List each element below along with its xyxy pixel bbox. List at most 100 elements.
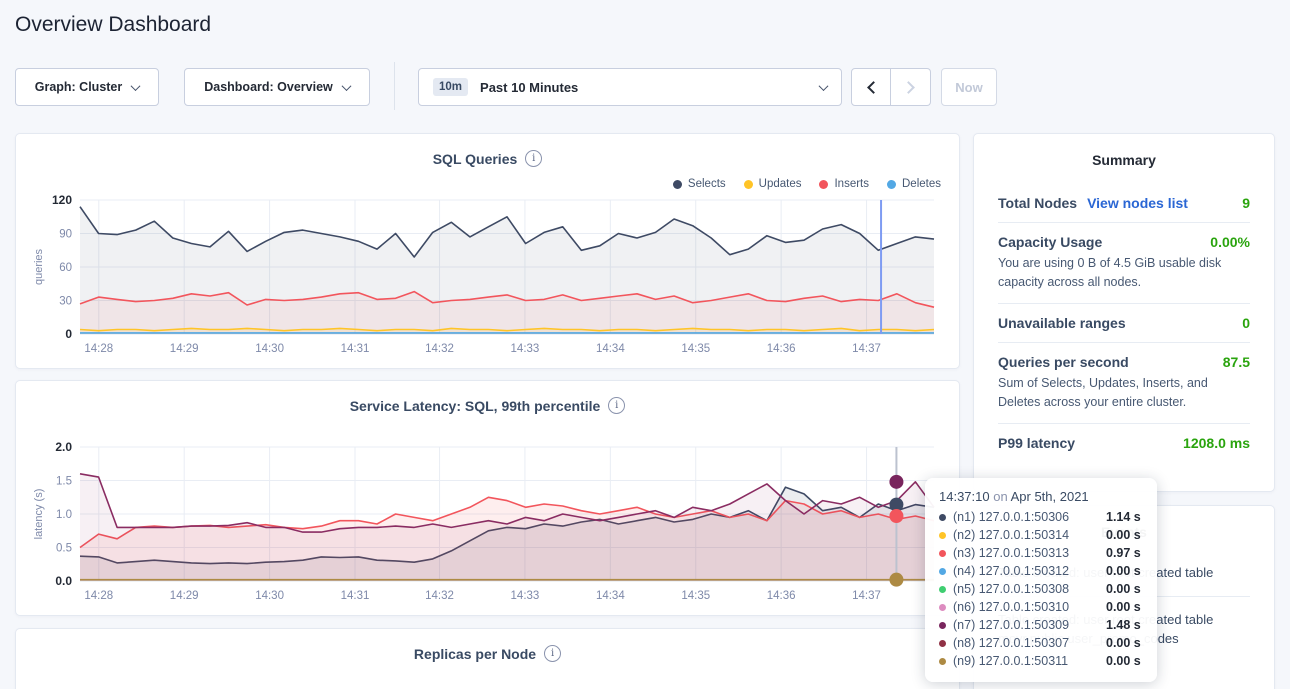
legend-item-updates[interactable]: Updates <box>744 178 802 190</box>
tooltip-node-value: 1.14 s <box>1106 510 1141 524</box>
summary-panel: Summary Total Nodes View nodes list 9 Ca… <box>973 133 1275 492</box>
svg-text:0.5: 0.5 <box>56 543 72 555</box>
legend-item-deletes[interactable]: Deletes <box>887 178 941 190</box>
time-prev-button[interactable] <box>851 68 891 106</box>
sql-queries-chart[interactable]: 14:2814:2914:3014:3114:3214:3314:3414:35… <box>30 192 950 362</box>
tooltip-node-label: (n4) 127.0.0.1:50312 <box>953 564 1099 578</box>
legend-label: Updates <box>759 178 802 190</box>
replicas-per-node-title: Replicas per Node <box>414 646 536 662</box>
summary-row-p99: P99 latency 1208.0 ms <box>998 424 1250 462</box>
chevron-down-icon <box>819 81 829 91</box>
dashboard-dropdown[interactable]: Dashboard: Overview <box>184 68 370 106</box>
summary-row-qps: Queries per second 87.5 <box>998 343 1250 372</box>
tooltip-row: (n1) 127.0.0.1:50306 1.14 s <box>939 508 1143 526</box>
svg-text:120: 120 <box>52 193 72 207</box>
overview-dashboard-page: Overview Dashboard Graph: Cluster Dashbo… <box>0 0 1290 689</box>
replicas-per-node-card: Replicas per Node i <box>15 628 960 689</box>
node-color-dot-icon <box>939 640 946 647</box>
svg-text:30: 30 <box>59 296 72 308</box>
svg-text:14:35: 14:35 <box>681 590 710 602</box>
info-icon[interactable]: i <box>544 645 561 662</box>
svg-text:1.0: 1.0 <box>56 509 72 521</box>
tooltip-row: (n3) 127.0.0.1:50313 0.97 s <box>939 544 1143 562</box>
page-title: Overview Dashboard <box>15 13 211 37</box>
service-latency-chart[interactable]: 14:2814:2914:3014:3114:3214:3314:3414:35… <box>30 439 950 609</box>
svg-text:1.5: 1.5 <box>56 476 72 488</box>
tooltip-row: (n5) 127.0.0.1:503080.00 s <box>939 580 1143 598</box>
tooltip-node-value: 0.00 s <box>1106 564 1141 578</box>
tooltip-node-label: (n3) 127.0.0.1:50313 <box>953 546 1099 560</box>
chart-hover-tooltip: 14:37:10 on Apr 5th, 2021 (n1) 127.0.0.1… <box>925 478 1157 682</box>
tooltip-row: (n9) 127.0.0.1:503110.00 s <box>939 652 1143 670</box>
time-next-button[interactable] <box>891 68 931 106</box>
sql-legend: Selects Updates Inserts Deletes <box>673 178 941 190</box>
summary-title: Summary <box>998 152 1250 168</box>
legend-dot-icon <box>673 180 682 189</box>
summary-row-capacity: Capacity Usage 0.00% <box>998 223 1250 252</box>
service-latency-title: Service Latency: SQL, 99th percentile <box>350 398 601 414</box>
time-range-label: Past 10 Minutes <box>480 80 808 95</box>
svg-text:90: 90 <box>59 229 72 241</box>
tooltip-node-value: 1.48 s <box>1106 618 1141 632</box>
dashboard-dropdown-label: Dashboard: Overview <box>204 80 333 94</box>
svg-text:latency (s): latency (s) <box>33 489 45 540</box>
svg-text:14:34: 14:34 <box>596 343 625 355</box>
svg-text:60: 60 <box>59 262 72 274</box>
node-color-dot-icon <box>939 604 946 611</box>
now-button[interactable]: Now <box>941 68 997 106</box>
svg-text:14:32: 14:32 <box>425 590 454 602</box>
node-color-dot-icon <box>939 622 946 629</box>
legend-item-selects[interactable]: Selects <box>673 178 726 190</box>
tooltip-node-label: (n9) 127.0.0.1:50311 <box>953 654 1099 668</box>
view-nodes-list-link[interactable]: View nodes list <box>1087 195 1188 211</box>
tooltip-node-value: 0.00 s <box>1106 636 1141 650</box>
legend-item-inserts[interactable]: Inserts <box>819 178 869 190</box>
info-icon[interactable]: i <box>525 150 542 167</box>
chevron-down-icon <box>131 81 141 91</box>
tooltip-rows: (n1) 127.0.0.1:50306 1.14 s (n2) 127.0.0.1… <box>939 508 1143 670</box>
tooltip-row: (n7) 127.0.0.1:503091.48 s <box>939 616 1143 634</box>
legend-dot-icon <box>744 180 753 189</box>
svg-text:14:33: 14:33 <box>511 343 540 355</box>
svg-text:14:32: 14:32 <box>425 343 454 355</box>
tooltip-row: (n4) 127.0.0.1:50312 0.00 s <box>939 562 1143 580</box>
node-color-dot-icon <box>939 586 946 593</box>
svg-text:14:28: 14:28 <box>84 590 113 602</box>
summary-row-unavailable-ranges: Unavailable ranges 0 <box>998 304 1250 343</box>
capacity-usage-label: Capacity Usage <box>998 234 1102 250</box>
tooltip-node-value: 0.97 s <box>1106 546 1141 560</box>
svg-text:14:31: 14:31 <box>341 343 370 355</box>
node-color-dot-icon <box>939 550 946 557</box>
svg-text:queries: queries <box>33 248 45 285</box>
p99-latency-label: P99 latency <box>998 435 1075 451</box>
svg-text:14:29: 14:29 <box>170 590 199 602</box>
tooltip-node-label: (n2) 127.0.0.1:50314 <box>953 528 1099 542</box>
svg-text:14:33: 14:33 <box>511 590 540 602</box>
tooltip-header: 14:37:10 on Apr 5th, 2021 <box>939 489 1143 504</box>
p99-latency-value: 1208.0 ms <box>1183 435 1250 451</box>
svg-text:14:37: 14:37 <box>852 590 881 602</box>
svg-text:14:30: 14:30 <box>255 590 284 602</box>
legend-dot-icon <box>819 180 828 189</box>
summary-row-total-nodes: Total Nodes View nodes list 9 <box>998 184 1250 223</box>
graph-dropdown[interactable]: Graph: Cluster <box>15 68 159 106</box>
time-range-dropdown[interactable]: 10m Past 10 Minutes <box>418 68 842 106</box>
svg-text:0: 0 <box>65 327 72 341</box>
sql-queries-card: SQL Queries i Selects Updates Inserts Delet… <box>15 133 960 369</box>
qps-label: Queries per second <box>998 354 1129 370</box>
sql-queries-title: SQL Queries <box>433 151 518 167</box>
svg-text:14:35: 14:35 <box>681 343 710 355</box>
tooltip-row: (n2) 127.0.0.1:503140.00 s <box>939 526 1143 544</box>
time-range-badge: 10m <box>433 78 468 96</box>
node-color-dot-icon <box>939 532 946 539</box>
total-nodes-label: Total Nodes <box>998 195 1077 211</box>
tooltip-node-label: (n6) 127.0.0.1:50310 <box>953 600 1099 614</box>
tooltip-node-label: (n1) 127.0.0.1:50306 <box>953 510 1099 524</box>
tooltip-node-value: 0.00 s <box>1106 600 1141 614</box>
svg-text:14:28: 14:28 <box>84 343 113 355</box>
qps-desc: Sum of Selects, Updates, Inserts, and De… <box>998 372 1250 424</box>
info-icon[interactable]: i <box>608 397 625 414</box>
svg-text:2.0: 2.0 <box>55 440 72 454</box>
legend-label: Selects <box>688 178 726 190</box>
tooltip-node-label: (n5) 127.0.0.1:50308 <box>953 582 1099 596</box>
